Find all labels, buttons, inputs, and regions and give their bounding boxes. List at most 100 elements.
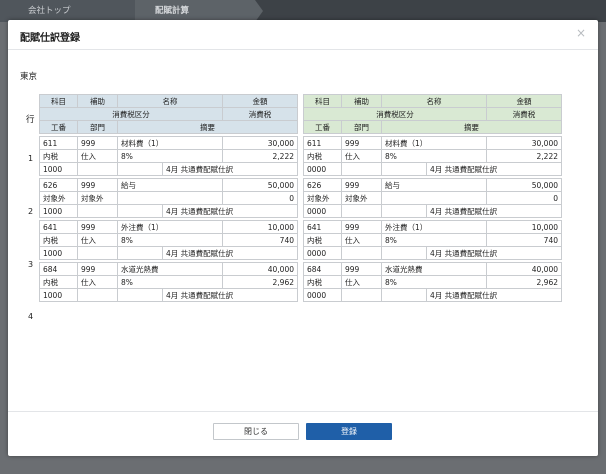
tax-amount-cell[interactable]: 2,222 bbox=[222, 149, 298, 163]
project-no-cell[interactable]: 1000 bbox=[39, 288, 78, 302]
sub-account-cell[interactable]: 999 bbox=[77, 178, 118, 192]
tax-category-cell[interactable]: 仕入 bbox=[341, 275, 382, 289]
register-button[interactable]: 登録 bbox=[306, 423, 392, 440]
row-column-header: 行 bbox=[26, 115, 35, 125]
tax-type-cell[interactable]: 内税 bbox=[303, 149, 342, 163]
project-no-cell[interactable]: 1000 bbox=[39, 204, 78, 218]
close-button[interactable]: 閉じる bbox=[213, 423, 299, 440]
tax-rate-cell[interactable] bbox=[117, 191, 223, 205]
amount-cell[interactable]: 40,000 bbox=[486, 262, 562, 276]
amount-cell[interactable]: 50,000 bbox=[222, 178, 298, 192]
tax-category-cell[interactable]: 対象外 bbox=[77, 191, 118, 205]
memo-cell[interactable]: 4月 共通費配賦仕訳 bbox=[426, 288, 562, 302]
amount-cell[interactable]: 30,000 bbox=[222, 136, 298, 150]
amount-cell[interactable]: 40,000 bbox=[222, 262, 298, 276]
tax-rate-cell[interactable]: 8% bbox=[381, 233, 487, 247]
project-no-cell[interactable]: 0000 bbox=[303, 162, 342, 176]
department-cell[interactable] bbox=[77, 204, 118, 218]
tax-amount-cell[interactable]: 0 bbox=[486, 191, 562, 205]
tax-rate-cell[interactable]: 8% bbox=[117, 233, 223, 247]
sub-account-cell[interactable]: 999 bbox=[341, 262, 382, 276]
tax-type-cell[interactable]: 対象外 bbox=[39, 191, 78, 205]
account-code-cell[interactable]: 684 bbox=[303, 262, 342, 276]
memo-cell[interactable]: 4月 共通費配賦仕訳 bbox=[426, 246, 562, 260]
tax-category-cell[interactable]: 仕入 bbox=[341, 233, 382, 247]
tax-category-cell[interactable]: 仕入 bbox=[77, 275, 118, 289]
amount-cell[interactable]: 30,000 bbox=[486, 136, 562, 150]
account-code-cell[interactable]: 626 bbox=[303, 178, 342, 192]
sub-account-cell[interactable]: 999 bbox=[77, 136, 118, 150]
empty-cell bbox=[117, 162, 163, 176]
journal-line-1: 684 999 水道光熱費 40,000 bbox=[303, 262, 562, 276]
amount-cell[interactable]: 10,000 bbox=[222, 220, 298, 234]
row-number: 4 bbox=[28, 312, 34, 321]
tax-amount-cell[interactable]: 2,962 bbox=[486, 275, 562, 289]
department-cell[interactable] bbox=[341, 246, 382, 260]
tax-type-cell[interactable]: 内税 bbox=[39, 149, 78, 163]
project-no-cell[interactable]: 1000 bbox=[39, 246, 78, 260]
account-code-cell[interactable]: 611 bbox=[39, 136, 78, 150]
memo-cell[interactable]: 4月 共通費配賦仕訳 bbox=[426, 162, 562, 176]
sub-account-cell[interactable]: 999 bbox=[341, 178, 382, 192]
department-cell[interactable] bbox=[341, 288, 382, 302]
tax-category-cell[interactable]: 仕入 bbox=[77, 149, 118, 163]
header-row: 工番 部門 摘要 bbox=[303, 120, 562, 134]
amount-cell[interactable]: 50,000 bbox=[486, 178, 562, 192]
amount-cell[interactable]: 10,000 bbox=[486, 220, 562, 234]
empty-cell bbox=[381, 288, 427, 302]
tax-rate-cell[interactable]: 8% bbox=[381, 275, 487, 289]
header-koban: 工番 bbox=[303, 120, 342, 134]
tax-category-cell[interactable]: 仕入 bbox=[341, 149, 382, 163]
tax-amount-cell[interactable]: 740 bbox=[486, 233, 562, 247]
tax-type-cell[interactable]: 内税 bbox=[303, 233, 342, 247]
breadcrumb-company-top[interactable]: 会社トップ bbox=[0, 0, 143, 22]
tax-rate-cell[interactable]: 8% bbox=[117, 275, 223, 289]
memo-cell[interactable]: 4月 共通費配賦仕訳 bbox=[426, 204, 562, 218]
account-code-cell[interactable]: 641 bbox=[303, 220, 342, 234]
memo-cell[interactable]: 4月 共通費配賦仕訳 bbox=[162, 246, 298, 260]
journal-line-1: 641 999 外注費（1） 10,000 bbox=[39, 220, 298, 234]
department-cell[interactable] bbox=[77, 246, 118, 260]
journal-line-2: 内税 仕入 8% 2,962 bbox=[303, 275, 562, 289]
project-no-cell[interactable]: 0000 bbox=[303, 246, 342, 260]
tax-amount-cell[interactable]: 0 bbox=[222, 191, 298, 205]
close-icon[interactable]: × bbox=[576, 26, 586, 40]
tax-rate-cell[interactable]: 8% bbox=[381, 149, 487, 163]
breadcrumb-allocation[interactable]: 配賦計算 bbox=[135, 0, 263, 22]
header-hojo: 補助 bbox=[77, 94, 118, 108]
tax-rate-cell[interactable] bbox=[381, 191, 487, 205]
department-cell[interactable] bbox=[341, 162, 382, 176]
tax-type-cell[interactable]: 内税 bbox=[39, 275, 78, 289]
account-code-cell[interactable]: 641 bbox=[39, 220, 78, 234]
tax-amount-cell[interactable]: 740 bbox=[222, 233, 298, 247]
project-no-cell[interactable]: 1000 bbox=[39, 162, 78, 176]
sub-account-cell[interactable]: 999 bbox=[341, 136, 382, 150]
tax-type-cell[interactable]: 内税 bbox=[303, 275, 342, 289]
account-code-cell[interactable]: 611 bbox=[303, 136, 342, 150]
tax-category-cell[interactable]: 対象外 bbox=[341, 191, 382, 205]
header-meisho: 名称 bbox=[117, 94, 223, 108]
project-no-cell[interactable]: 0000 bbox=[303, 288, 342, 302]
journal-line-2: 対象外 対象外 0 bbox=[39, 191, 298, 205]
memo-cell[interactable]: 4月 共通費配賦仕訳 bbox=[162, 288, 298, 302]
department-cell[interactable] bbox=[341, 204, 382, 218]
tax-rate-cell[interactable]: 8% bbox=[117, 149, 223, 163]
memo-cell[interactable]: 4月 共通費配賦仕訳 bbox=[162, 204, 298, 218]
project-no-cell[interactable]: 0000 bbox=[303, 204, 342, 218]
dialog-header: 配賦仕訳登録 × bbox=[8, 20, 598, 50]
department-cell[interactable] bbox=[77, 288, 118, 302]
tax-amount-cell[interactable]: 2,222 bbox=[486, 149, 562, 163]
tax-category-cell[interactable]: 仕入 bbox=[77, 233, 118, 247]
account-code-cell[interactable]: 684 bbox=[39, 262, 78, 276]
tax-type-cell[interactable]: 内税 bbox=[39, 233, 78, 247]
sub-account-cell[interactable]: 999 bbox=[77, 220, 118, 234]
tax-amount-cell[interactable]: 2,962 bbox=[222, 275, 298, 289]
tax-type-cell[interactable]: 対象外 bbox=[303, 191, 342, 205]
header-hojo: 補助 bbox=[341, 94, 382, 108]
sub-account-cell[interactable]: 999 bbox=[341, 220, 382, 234]
sub-account-cell[interactable]: 999 bbox=[77, 262, 118, 276]
journal-line-1: 611 999 材料費（1） 30,000 bbox=[303, 136, 562, 150]
department-cell[interactable] bbox=[77, 162, 118, 176]
account-code-cell[interactable]: 626 bbox=[39, 178, 78, 192]
memo-cell[interactable]: 4月 共通費配賦仕訳 bbox=[162, 162, 298, 176]
